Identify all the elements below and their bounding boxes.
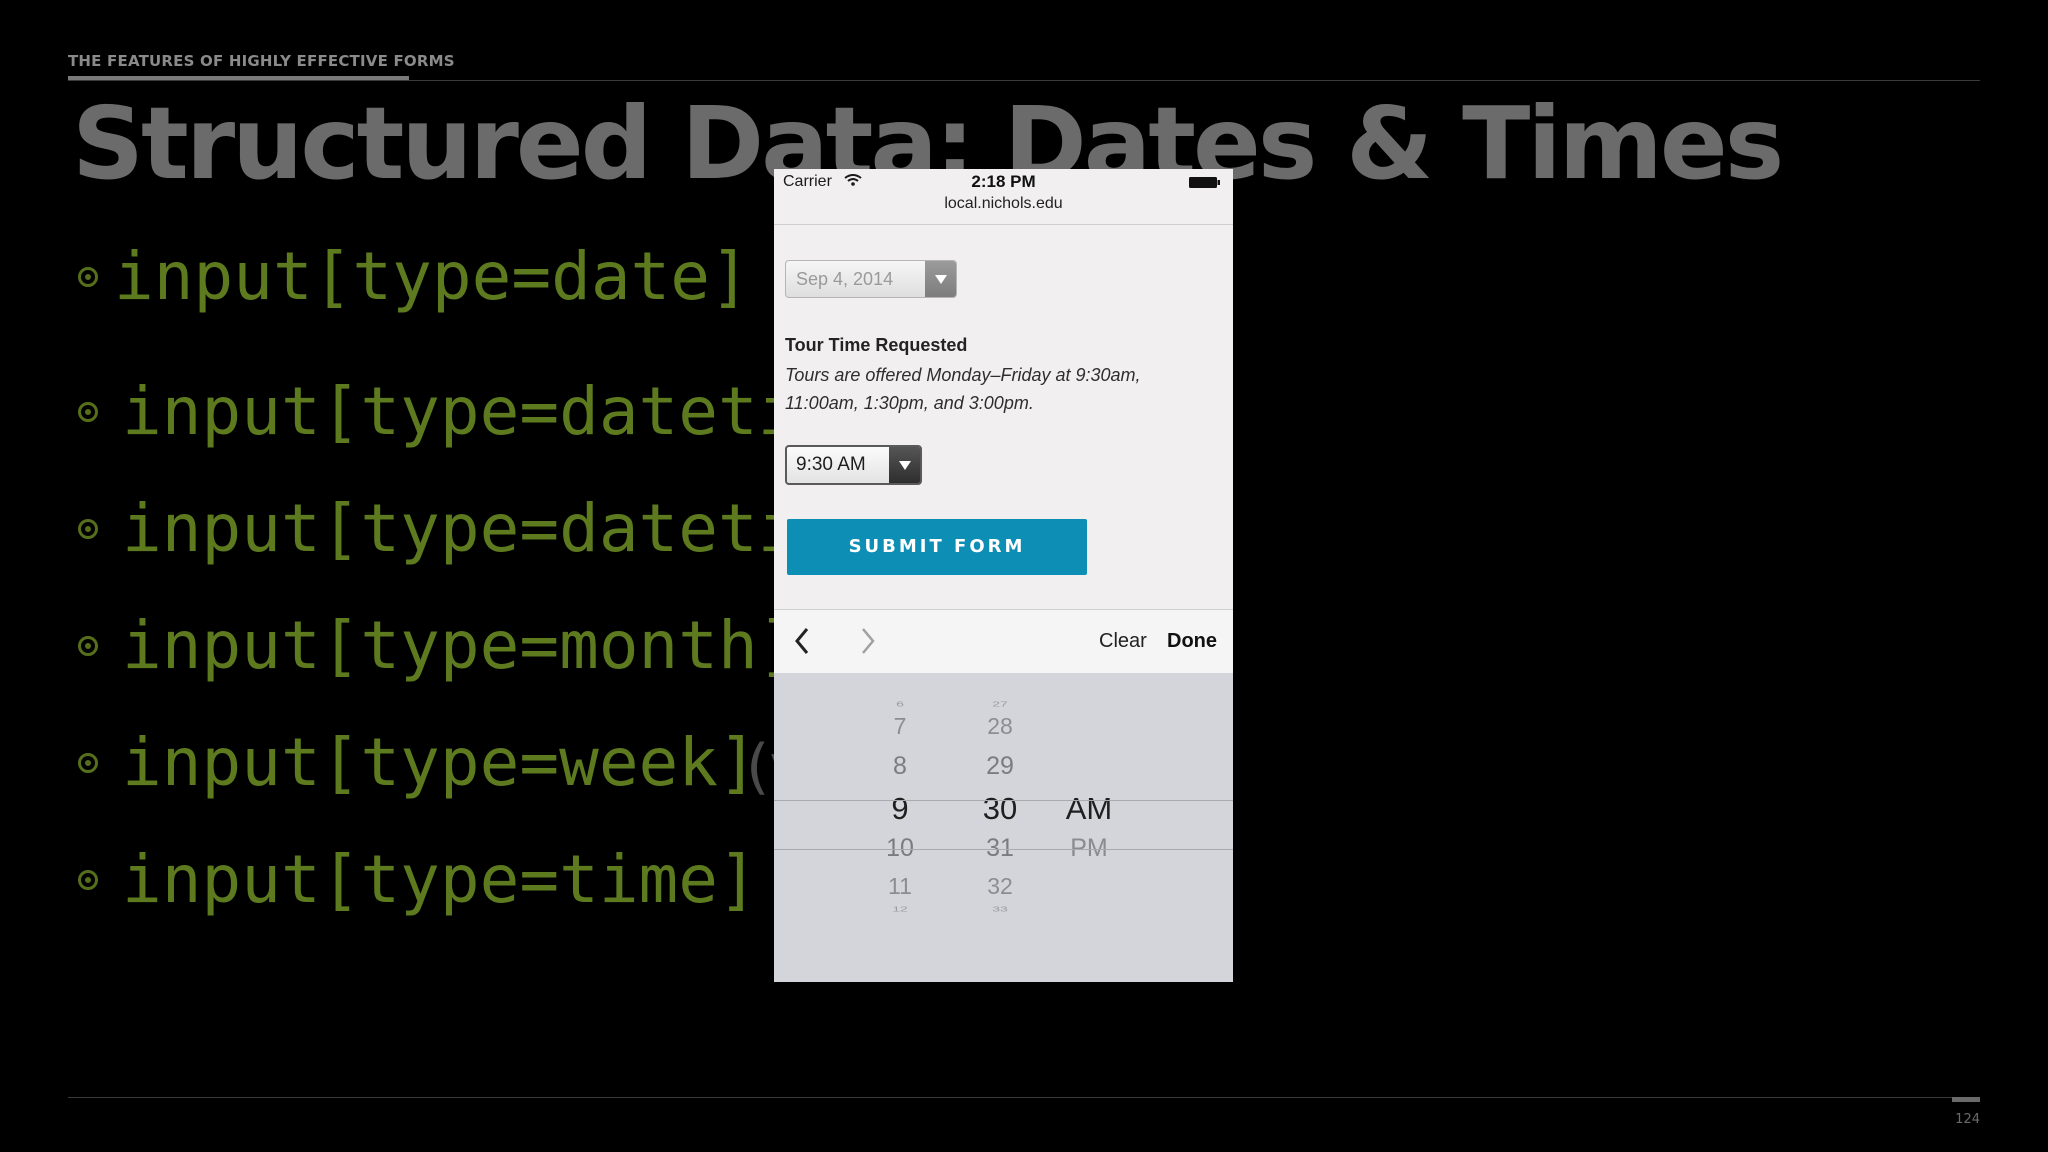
minute-option[interactable]: 27	[970, 700, 1030, 709]
hour-selected[interactable]: 9	[870, 791, 930, 827]
hour-option[interactable]: 11	[870, 873, 930, 900]
bullet-code: input[type=datetim	[122, 490, 838, 567]
bullet-dot-icon	[78, 402, 98, 422]
page-number: 124	[1955, 1112, 1980, 1127]
hour-option[interactable]: 8	[870, 752, 930, 781]
time-picker-wheel[interactable]: 6 7 8 9 10 11 12 27 28 29 30 31 32 33 AM…	[774, 673, 1233, 982]
chevron-down-icon	[935, 275, 947, 284]
submit-form-button[interactable]: SUBMIT FORM	[787, 519, 1087, 575]
bullet-code: input[type=datetim	[122, 373, 838, 450]
bullet-code: input[type=month]	[122, 607, 798, 684]
time-select-value: 9:30 AM	[796, 454, 866, 475]
hour-option[interactable]: 12	[870, 905, 930, 914]
done-button[interactable]: Done	[1167, 630, 1217, 653]
bullet-dot-icon	[78, 267, 98, 287]
date-select[interactable]: Sep 4, 2014	[785, 260, 957, 298]
status-bar: Carrier 2:18 PM	[774, 169, 1233, 193]
chevron-down-icon	[899, 461, 911, 470]
bullet-dot-icon	[78, 870, 98, 890]
picker-toolbar: Clear Done	[774, 609, 1233, 673]
hour-option[interactable]: 6	[870, 700, 930, 709]
time-select-arrow	[889, 447, 920, 483]
tour-time-label: Tour Time Requested	[785, 335, 968, 355]
time-select[interactable]: 9:30 AM	[785, 445, 922, 485]
picker-selection-line	[774, 849, 1233, 850]
slide-kicker: THE FEATURES OF HIGHLY EFFECTIVE FORMS	[68, 52, 455, 70]
address-divider	[774, 224, 1233, 225]
status-time: 2:18 PM	[971, 172, 1036, 191]
bullet-dot-icon	[78, 519, 98, 539]
tour-time-hint: Tours are offered Monday–Friday at 9:30a…	[785, 365, 1141, 413]
battery-icon	[1189, 177, 1220, 188]
date-select-value: Sep 4, 2014	[796, 269, 894, 289]
minute-option[interactable]: 32	[970, 873, 1030, 900]
chevron-left-icon[interactable]	[792, 626, 812, 656]
top-rule	[68, 80, 1980, 81]
chevron-right-icon[interactable]	[858, 626, 878, 656]
minute-option[interactable]: 33	[970, 905, 1030, 914]
bullet-code: input[type=date]	[114, 238, 750, 315]
bullet-dot-icon	[78, 636, 98, 656]
minute-selected[interactable]: 30	[970, 791, 1030, 827]
minute-option[interactable]: 29	[970, 752, 1030, 781]
date-select-arrow	[925, 261, 956, 297]
picker-selection-line	[774, 800, 1233, 801]
clear-button[interactable]: Clear	[1099, 630, 1147, 653]
bottom-rule	[68, 1097, 1980, 1098]
address-bar[interactable]: local.nichols.edu	[774, 195, 1233, 213]
page-tab	[1952, 1097, 1980, 1102]
bullet-code: input[type=time]	[122, 841, 758, 918]
bullet-code: input[type=week]	[122, 724, 758, 801]
minute-option[interactable]: 28	[970, 713, 1030, 740]
hour-option[interactable]: 7	[870, 713, 930, 740]
bullet-dot-icon	[78, 753, 98, 773]
phone-screenshot: Carrier 2:18 PM local.nichols.edu Sep 4,…	[774, 169, 1233, 982]
meridiem-selected[interactable]: AM	[1054, 791, 1124, 827]
